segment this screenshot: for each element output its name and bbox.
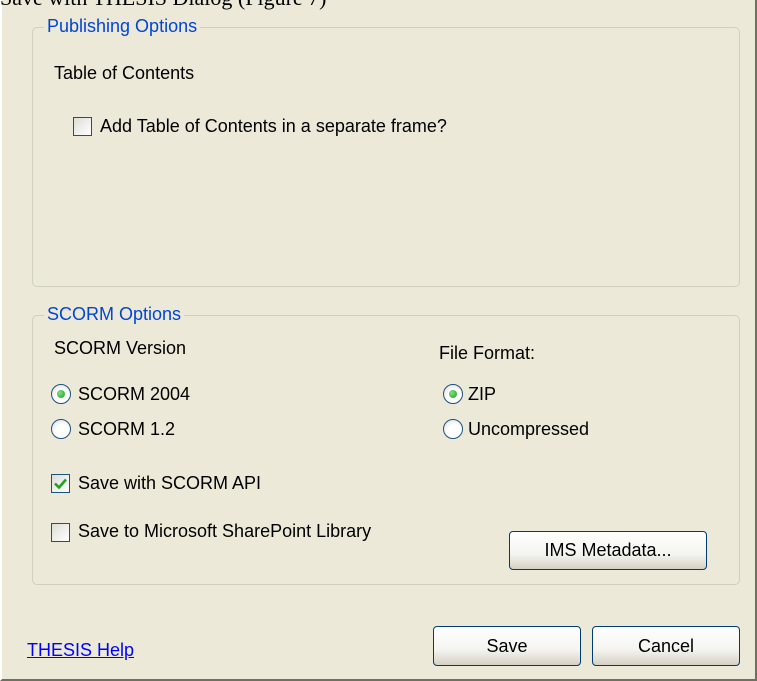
scorm-version-heading: SCORM Version (54, 338, 187, 358)
cancel-button[interactable]: Cancel (592, 626, 740, 666)
save-dialog: Publishing Options Table of Contents Add… (0, 0, 757, 681)
save-scorm-api-checkbox[interactable] (51, 474, 70, 493)
publishing-options-legend: Publishing Options (44, 16, 201, 36)
toc-heading: Table of Contents (54, 63, 195, 83)
save-button[interactable]: Save (433, 626, 581, 666)
ims-metadata-button[interactable]: IMS Metadata... (509, 531, 707, 570)
zip-label[interactable]: ZIP (468, 383, 496, 405)
figure-caption: Save with THESIS Dialog (Figure 7) (0, 0, 757, 10)
uncompressed-radio[interactable] (443, 419, 463, 439)
sharepoint-checkbox[interactable] (51, 523, 70, 542)
scorm-12-radio[interactable] (51, 419, 71, 439)
check-mark-icon (54, 478, 67, 490)
scorm-12-label[interactable]: SCORM 1.2 (78, 418, 175, 440)
radio-selected-dot (57, 390, 65, 398)
toc-checkbox-label[interactable]: Add Table of Contents in a separate fram… (100, 115, 447, 137)
file-format-heading: File Format: (439, 343, 536, 363)
toc-checkbox[interactable] (73, 117, 92, 136)
scorm-2004-radio[interactable] (51, 384, 71, 404)
sharepoint-label[interactable]: Save to Microsoft SharePoint Library (78, 520, 371, 542)
thesis-help-link[interactable]: THESIS Help (27, 640, 134, 661)
zip-radio[interactable] (443, 384, 463, 404)
radio-selected-dot (449, 390, 457, 398)
scorm-options-legend: SCORM Options (44, 304, 185, 324)
save-scorm-api-label[interactable]: Save with SCORM API (78, 472, 261, 494)
scorm-2004-label[interactable]: SCORM 2004 (78, 383, 190, 405)
uncompressed-label[interactable]: Uncompressed (468, 418, 589, 440)
